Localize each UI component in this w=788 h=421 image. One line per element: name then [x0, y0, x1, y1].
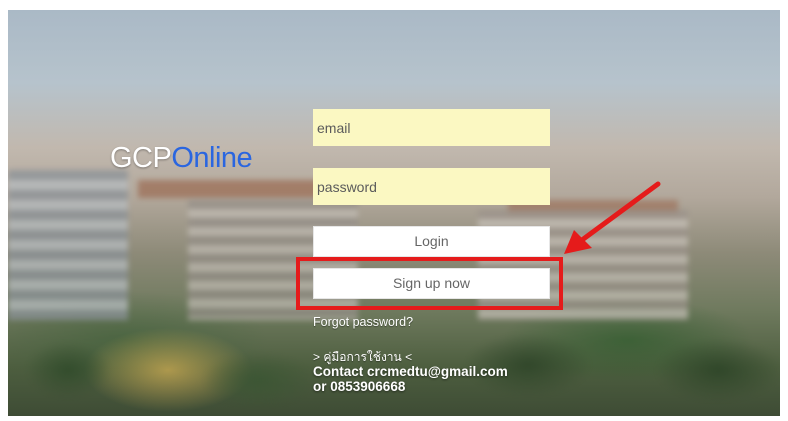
email-input[interactable] — [313, 109, 550, 146]
gcponline-logo: GCPOnline — [110, 142, 253, 175]
contact-info: Contact crcmedtu@gmail.com or 0853906668 — [313, 364, 508, 394]
contact-email-line: Contact crcmedtu@gmail.com — [313, 364, 508, 379]
logo-text-gcp: GCP — [110, 142, 172, 174]
login-button[interactable]: Login — [313, 226, 550, 257]
signup-button[interactable]: Sign up now — [313, 268, 550, 299]
password-input[interactable] — [313, 168, 550, 205]
contact-phone-line: or 0853906668 — [313, 379, 406, 394]
forgot-password-link[interactable]: Forgot password? — [313, 315, 413, 329]
logo-text-online: Online — [171, 142, 253, 174]
